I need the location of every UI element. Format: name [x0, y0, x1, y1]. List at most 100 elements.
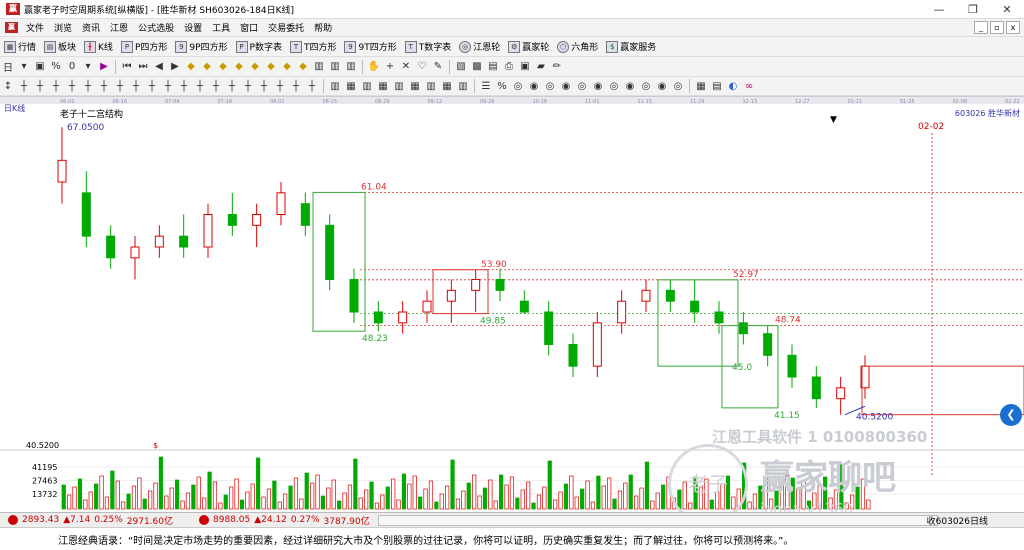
indicator1-icon[interactable]: ┼ — [17, 79, 31, 93]
image-icon[interactable]: ▧ — [454, 60, 468, 74]
menu-settings[interactable]: 设置 — [179, 21, 207, 34]
toolbar-blocks-button[interactable]: ▤ 板块 — [40, 38, 80, 56]
circle10-icon[interactable]: ◉ — [655, 79, 669, 93]
circle3-icon[interactable]: ◎ — [543, 79, 557, 93]
drag-icon[interactable]: ↕ — [1, 79, 15, 93]
percent-icon[interactable]: % — [49, 60, 63, 74]
cross-icon[interactable]: ✕ — [399, 60, 413, 74]
calc-icon[interactable]: ▩ — [470, 60, 484, 74]
close-button[interactable]: ✕ — [990, 0, 1024, 19]
left-icon[interactable]: ◀ — [152, 60, 166, 74]
period-select-icon[interactable]: 日 — [1, 60, 15, 74]
horizontal-scrollbar[interactable] — [377, 514, 938, 526]
indicator9-icon[interactable]: ┼ — [145, 79, 159, 93]
diamond7-icon[interactable]: ◆ — [280, 60, 294, 74]
diamond8-icon[interactable]: ◆ — [296, 60, 310, 74]
toolbar-t-table-button[interactable]: T T数字表 — [401, 38, 456, 56]
mdi-minimize-button[interactable]: _ — [974, 21, 988, 34]
indicator14-icon[interactable]: ┼ — [225, 79, 239, 93]
infinity-icon[interactable]: ∞ — [742, 79, 756, 93]
window6-icon[interactable]: ▦ — [408, 79, 422, 93]
window7-icon[interactable]: ▥ — [424, 79, 438, 93]
window9-icon[interactable]: ▥ — [456, 79, 470, 93]
menu-window[interactable]: 窗口 — [235, 21, 263, 34]
maximize-button[interactable]: ❐ — [956, 0, 990, 19]
circle2-icon[interactable]: ◉ — [527, 79, 541, 93]
mdi-restore-button[interactable]: ▫ — [990, 21, 1004, 34]
circle7-icon[interactable]: ◎ — [607, 79, 621, 93]
zero-select[interactable]: 0 — [65, 60, 79, 74]
dropdown2-icon[interactable]: ▾ — [81, 60, 95, 74]
chart-type-icon[interactable]: ▣ — [33, 60, 47, 74]
indicator18-icon[interactable]: ┼ — [289, 79, 303, 93]
car-icon[interactable]: ▰ — [534, 60, 548, 74]
bars3-icon[interactable]: ▥ — [344, 60, 358, 74]
diamond4-icon[interactable]: ◆ — [232, 60, 246, 74]
indicator4-icon[interactable]: ┼ — [65, 79, 79, 93]
toolbar-hexagon-button[interactable]: ⬡ 六角形 — [553, 38, 602, 56]
grid2-icon[interactable]: ▦ — [694, 79, 708, 93]
save-icon[interactable]: ▣ — [518, 60, 532, 74]
indicator19-icon[interactable]: ┼ — [305, 79, 319, 93]
indicator6-icon[interactable]: ┼ — [97, 79, 111, 93]
toolbar-kline-button[interactable]: ╫ K线 — [80, 38, 117, 56]
diamond1-icon[interactable]: ◆ — [184, 60, 198, 74]
circle1-icon[interactable]: ◎ — [511, 79, 525, 93]
circle6-icon[interactable]: ◉ — [591, 79, 605, 93]
circle4-icon[interactable]: ◉ — [559, 79, 573, 93]
window2-icon[interactable]: ▦ — [344, 79, 358, 93]
indicator13-icon[interactable]: ┼ — [209, 79, 223, 93]
menu-info[interactable]: 资讯 — [77, 21, 105, 34]
right-icon[interactable]: ▶ — [168, 60, 182, 74]
indicator11-icon[interactable]: ┼ — [177, 79, 191, 93]
pen-icon[interactable]: ✎ — [431, 60, 445, 74]
indicator8-icon[interactable]: ┼ — [129, 79, 143, 93]
circle5-icon[interactable]: ◎ — [575, 79, 589, 93]
toolbar-9p-square-button[interactable]: 9 9P四方形 — [171, 38, 231, 56]
diamond6-icon[interactable]: ◆ — [264, 60, 278, 74]
window5-icon[interactable]: ▥ — [392, 79, 406, 93]
heart-icon[interactable]: ♡ — [415, 60, 429, 74]
globe-icon[interactable]: ◐ — [726, 79, 740, 93]
menu-formula[interactable]: 公式选股 — [133, 21, 179, 34]
toolbar-service-button[interactable]: $ 赢家服务 — [602, 38, 660, 56]
menu-trade[interactable]: 交易委托 — [263, 21, 309, 34]
diamond2-icon[interactable]: ◆ — [200, 60, 214, 74]
toolbar-9t-square-button[interactable]: 9 9T四方形 — [340, 38, 400, 56]
toolbar-quotes-button[interactable]: ▦ 行情 — [0, 38, 40, 56]
crosshair-icon[interactable]: + — [383, 60, 397, 74]
indicator16-icon[interactable]: ┼ — [257, 79, 271, 93]
menu-browse[interactable]: 浏览 — [49, 21, 77, 34]
circle11-icon[interactable]: ◎ — [671, 79, 685, 93]
toolbar-gann-wheel-button[interactable]: ◎ 江恩轮 — [455, 38, 504, 56]
indicator5-icon[interactable]: ┼ — [81, 79, 95, 93]
window1-icon[interactable]: ▥ — [328, 79, 342, 93]
indicator7-icon[interactable]: ┼ — [113, 79, 127, 93]
menu-help[interactable]: 帮助 — [309, 21, 337, 34]
menu-gann[interactable]: 江恩 — [105, 21, 133, 34]
list-icon[interactable]: ☰ — [479, 79, 493, 93]
print-icon[interactable]: ⎙ — [502, 60, 516, 74]
indicator17-icon[interactable]: ┼ — [273, 79, 287, 93]
indicator10-icon[interactable]: ┼ — [161, 79, 175, 93]
window8-icon[interactable]: ▦ — [440, 79, 454, 93]
toolbar-winner-wheel-button[interactable]: ⚙ 赢家轮 — [504, 38, 553, 56]
layout-icon[interactable]: ▤ — [710, 79, 724, 93]
indicator2-icon[interactable]: ┼ — [33, 79, 47, 93]
window4-icon[interactable]: ▦ — [376, 79, 390, 93]
percent2-icon[interactable]: % — [495, 79, 509, 93]
flag-icon[interactable]: ▶ — [97, 60, 111, 74]
window3-icon[interactable]: ▥ — [360, 79, 374, 93]
circle9-icon[interactable]: ◎ — [639, 79, 653, 93]
dropdown-icon[interactable]: ▾ — [17, 60, 31, 74]
table-icon[interactable]: ▤ — [486, 60, 500, 74]
first-icon[interactable]: ⏮ — [120, 60, 134, 74]
toolbar-t-square-button[interactable]: T T四方形 — [286, 38, 341, 56]
circle8-icon[interactable]: ◉ — [623, 79, 637, 93]
menu-tools[interactable]: 工具 — [207, 21, 235, 34]
toolbar-p-square-button[interactable]: P P四方形 — [117, 38, 171, 56]
scroll-left-button[interactable]: ❮ — [1000, 404, 1022, 426]
last-icon[interactable]: ⏭ — [136, 60, 150, 74]
menu-file[interactable]: 文件 — [21, 21, 49, 34]
pencil-icon[interactable]: ✏ — [550, 60, 564, 74]
